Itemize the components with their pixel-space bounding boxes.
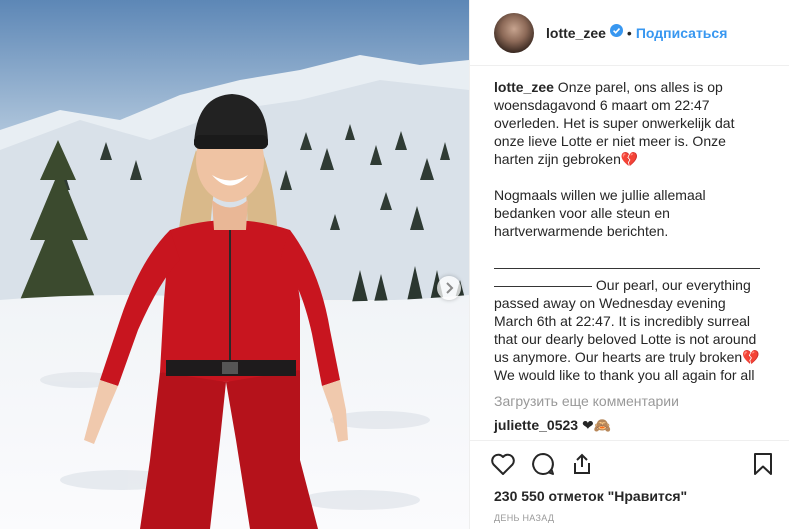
like-button[interactable] <box>490 452 516 476</box>
load-more-comments-link[interactable]: Загрузить еще комментарии <box>470 384 789 409</box>
bookmark-icon <box>754 452 772 475</box>
comment-text: ❤🙈 <box>578 417 612 433</box>
comment-button[interactable] <box>530 452 556 476</box>
chevron-right-icon <box>446 282 454 294</box>
ski-photo-illustration <box>0 0 469 529</box>
post-photo[interactable] <box>0 0 469 529</box>
verified-badge-icon <box>609 23 623 42</box>
header-username[interactable]: lotte_zee <box>546 25 606 41</box>
action-bar <box>470 440 789 486</box>
caption-username[interactable]: lotte_zee <box>494 79 554 95</box>
post-side-panel: lotte_zee • Подписаться lotte_zee Onze p… <box>469 0 789 529</box>
next-photo-button[interactable] <box>437 276 461 300</box>
separator-dot: • <box>626 24 632 41</box>
share-button[interactable] <box>570 452 594 476</box>
post-caption: lotte_zee Onze parel, ons alles is op wo… <box>470 66 789 384</box>
comment-item: juliette_0523 ❤🙈 <box>470 409 789 434</box>
post-header: lotte_zee • Подписаться <box>470 0 789 66</box>
save-button[interactable] <box>752 452 774 476</box>
post-timestamp[interactable]: ДЕНЬ НАЗАД <box>494 513 554 523</box>
comment-username[interactable]: juliette_0523 <box>494 417 578 433</box>
follow-button[interactable]: Подписаться <box>636 25 728 41</box>
heart-icon <box>491 453 515 475</box>
instagram-post: lotte_zee • Подписаться lotte_zee Onze p… <box>0 0 789 529</box>
comment-icon <box>532 452 554 475</box>
likes-count[interactable]: 230 550 отметок "Нравится" <box>494 488 687 504</box>
share-icon <box>574 453 590 474</box>
avatar[interactable] <box>494 12 534 53</box>
caption-text: Onze parel, ons alles is op woensdagavon… <box>494 79 760 383</box>
